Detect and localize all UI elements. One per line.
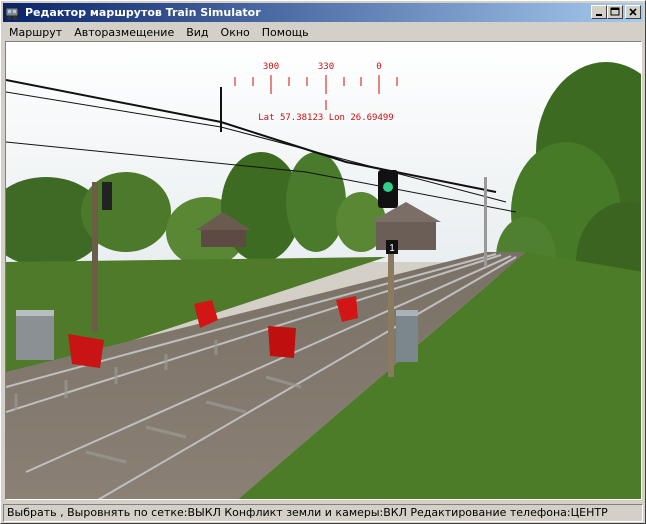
maximize-icon [610, 7, 620, 16]
compass-heading-300: 300 [263, 62, 279, 72]
marker-cube-3[interactable] [268, 326, 296, 358]
3d-viewport[interactable]: 1 300 330 0 Lat 57.38123 Lon 26.69499 [5, 41, 642, 500]
minimize-button[interactable] [591, 5, 607, 19]
minimize-icon [596, 14, 602, 16]
left-relay-box [16, 310, 54, 360]
menu-autoplace[interactable]: Авторазмещение [68, 26, 180, 39]
window-title: Редактор маршрутов Train Simulator [25, 6, 261, 19]
menu-help[interactable]: Помощь [256, 26, 315, 39]
compass-heading-0: 0 [376, 62, 381, 72]
close-button[interactable] [625, 5, 641, 19]
menu-view[interactable]: Вид [180, 26, 214, 39]
maximize-button[interactable] [607, 5, 623, 19]
menu-bar: Маршрут Авторазмещение Вид Окно Помощь [3, 23, 643, 41]
right-relay-box [396, 310, 418, 362]
distant-mast [484, 177, 487, 267]
marker-cube-1[interactable] [68, 334, 104, 368]
close-icon [629, 8, 637, 16]
train-app-icon [5, 7, 19, 20]
status-bar: Выбрать , Выровнять по сетке:ВЫКЛ Конфли… [3, 504, 643, 522]
title-bar[interactable]: Редактор маршрутов Train Simulator [3, 3, 643, 22]
scene-render[interactable]: 1 300 330 0 Lat 57.38123 Lon 26.69499 [6, 42, 642, 500]
menu-route[interactable]: Маршрут [3, 26, 68, 39]
compass-position: Lat 57.38123 Lon 26.69499 [258, 113, 393, 123]
menu-window[interactable]: Окно [215, 26, 256, 39]
signal-plate-number: 1 [389, 243, 395, 254]
route-editor-window: Редактор маршрутов Train Simulator Маршр… [0, 0, 646, 524]
compass-heading-330: 330 [318, 62, 334, 72]
